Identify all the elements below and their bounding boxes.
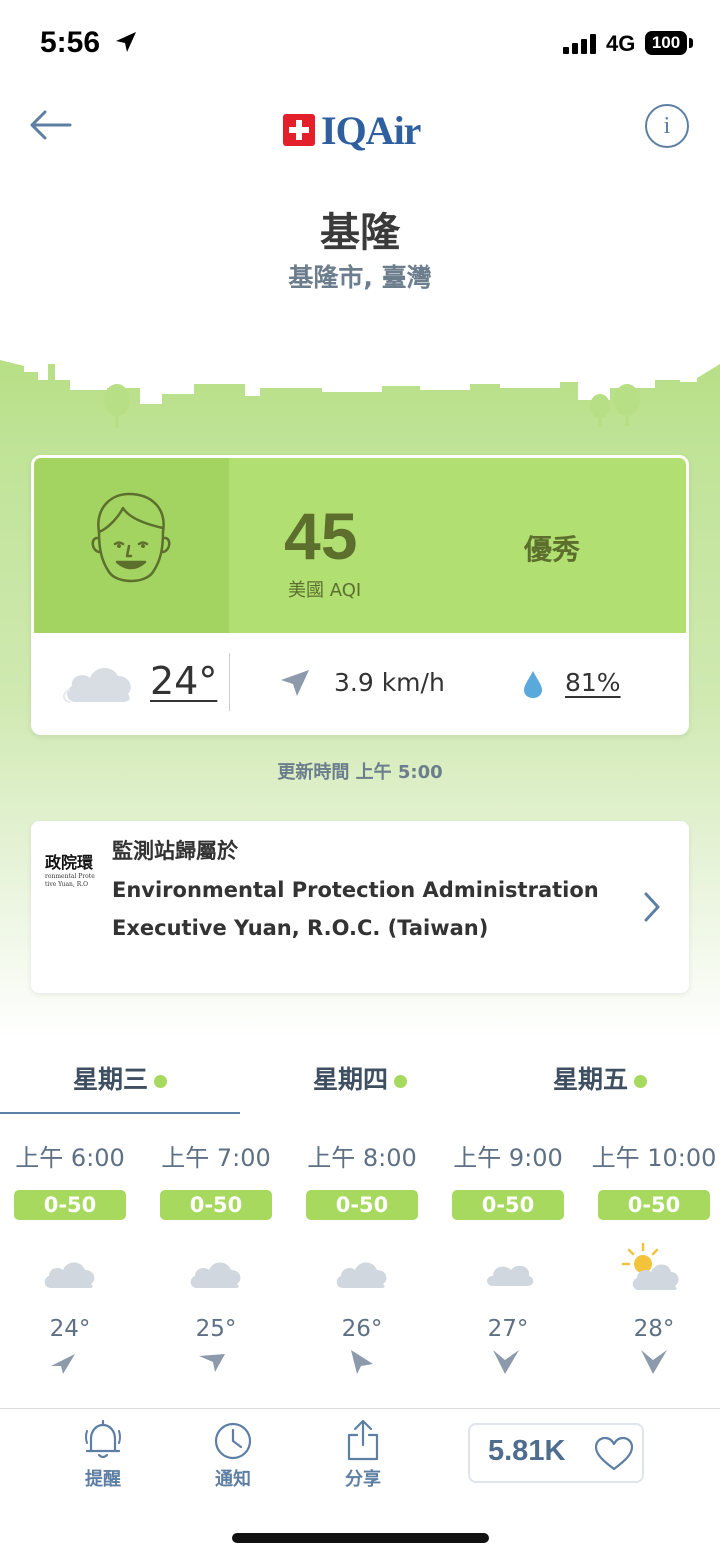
station-title: 監測站歸屬於 xyxy=(112,839,238,863)
tab-thursday[interactable]: 星期四 xyxy=(240,1060,480,1096)
cellular-signal-icon xyxy=(563,34,596,54)
wind-direction-icon xyxy=(351,1350,373,1374)
share-button[interactable]: 分享 xyxy=(318,1419,408,1491)
humidity-drop-icon xyxy=(524,671,542,698)
chevron-right-icon[interactable] xyxy=(641,891,663,923)
location-arrow-icon xyxy=(116,32,136,52)
wind-speed: 3.9 km/h xyxy=(334,668,445,697)
hour-item: 上午 8:00 0-50 26° xyxy=(289,1138,435,1374)
station-name: Environmental Protection Administration … xyxy=(112,878,599,940)
network-type: 4G xyxy=(606,31,636,56)
hour-item: 上午 6:00 0-50 24° xyxy=(0,1138,143,1374)
wind-direction-icon xyxy=(641,1350,667,1374)
cloudy-icon xyxy=(190,1262,241,1288)
home-indicator xyxy=(232,1533,489,1543)
aqi-range-badge: 0-50 xyxy=(306,1190,418,1220)
aqi-range-badge: 0-50 xyxy=(452,1190,564,1220)
share-icon xyxy=(347,1419,379,1461)
notification-button[interactable]: 通知 xyxy=(188,1419,278,1491)
tab-friday[interactable]: 星期五 xyxy=(480,1060,720,1096)
battery-tip xyxy=(689,38,693,48)
info-icon[interactable]: i xyxy=(645,104,689,148)
status-bar: 5:56 4G 100 xyxy=(0,0,720,88)
hour-item: 上午 7:00 0-50 25° xyxy=(143,1138,289,1372)
bell-icon xyxy=(85,1419,121,1459)
partly-sunny-icon xyxy=(621,1242,679,1290)
cloudy-icon xyxy=(336,1262,387,1288)
clock-icon xyxy=(214,1422,252,1460)
cloud-icon xyxy=(487,1265,534,1286)
day-tabs: 星期三 星期四 星期五 xyxy=(0,1050,720,1116)
wind-direction-icon xyxy=(493,1350,519,1374)
hour-item: 上午 9:00 0-50 27° xyxy=(435,1138,581,1374)
status-time: 5:56 xyxy=(40,26,101,59)
weather-divider xyxy=(229,653,230,711)
hour-item: 上午 10:00 0-50 28° xyxy=(581,1138,720,1374)
wind-direction-icon xyxy=(281,670,309,696)
happy-face-icon xyxy=(91,492,171,583)
aqi-card: 45 美國 AQI 優秀 24° 3.9 km/h 81% xyxy=(31,455,689,735)
alert-button[interactable]: 提醒 xyxy=(58,1419,148,1491)
brand-name: IQAir xyxy=(321,107,421,153)
swiss-cross-icon xyxy=(283,114,315,146)
cloudy-icon xyxy=(63,667,131,703)
tab-wednesday[interactable]: 星期三 xyxy=(0,1060,240,1096)
face-panel xyxy=(34,458,229,633)
temperature-value[interactable]: 24° xyxy=(150,659,217,703)
station-card[interactable]: 政院環 ronmental Prote tive Yuan, R.O 監測站歸屬… xyxy=(31,821,689,993)
active-tab-indicator xyxy=(0,1112,240,1114)
aqi-label: 美國 AQI xyxy=(288,580,362,601)
aqi-summary: 45 美國 AQI 優秀 xyxy=(34,458,686,633)
update-time: 更新時間 上午 5:00 xyxy=(277,762,443,783)
like-count: 5.81K xyxy=(488,1435,566,1467)
aqi-dot-icon xyxy=(634,1074,647,1088)
heart-icon xyxy=(594,1436,634,1471)
aqi-value: 45 xyxy=(284,499,358,573)
cloudy-icon xyxy=(44,1262,95,1288)
back-arrow-icon[interactable] xyxy=(26,102,76,148)
city-skyline-illustration xyxy=(0,360,720,428)
wind-direction-icon xyxy=(199,1354,225,1372)
city-title: 基隆 xyxy=(320,210,400,256)
iqair-logo: IQAir xyxy=(283,106,421,154)
region-subtitle: 基隆市, 臺灣 xyxy=(288,263,432,292)
like-button[interactable]: 5.81K xyxy=(468,1423,644,1483)
aqi-status: 優秀 xyxy=(524,533,581,566)
current-weather-row: 24° 3.9 km/h 81% xyxy=(34,633,686,732)
wind-direction-icon xyxy=(51,1354,75,1374)
aqi-dot-icon xyxy=(154,1074,167,1088)
humidity-value[interactable]: 81% xyxy=(565,668,621,697)
aqi-range-badge: 0-50 xyxy=(598,1190,710,1220)
epa-logo: 政院環 ronmental Prote tive Yuan, R.O xyxy=(45,853,95,888)
aqi-range-badge: 0-50 xyxy=(160,1190,272,1220)
battery-icon: 100 xyxy=(645,31,687,55)
aqi-range-badge: 0-50 xyxy=(14,1190,126,1220)
hourly-forecast: 上午 6:00 0-50 24° 上午 7:00 0-50 25° 上午 8:0… xyxy=(0,1138,720,1408)
aqi-dot-icon xyxy=(394,1074,407,1088)
